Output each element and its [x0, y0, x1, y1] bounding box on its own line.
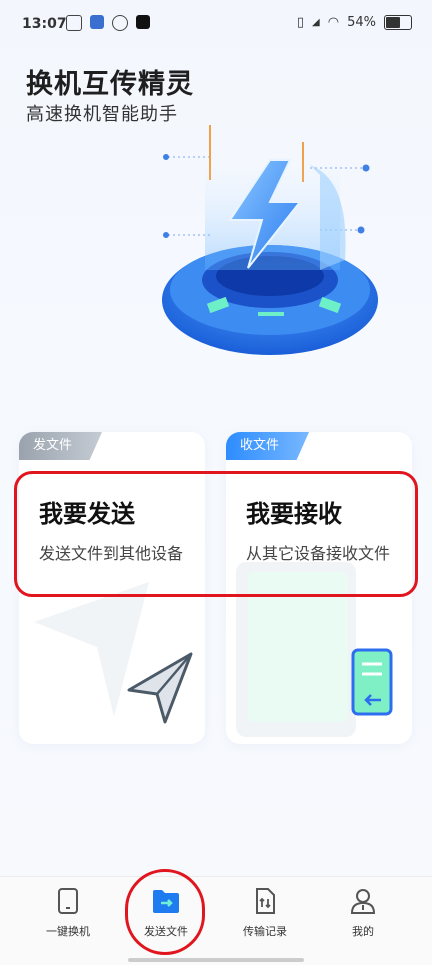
active-nav-highlight	[125, 869, 205, 955]
signal-icon: ◢	[312, 17, 320, 28]
status-bar: 13:07 ▯ ◢ ◠ 54%	[0, 0, 432, 48]
receive-card-tag: 收文件	[226, 432, 310, 460]
transfer-record-icon	[256, 888, 275, 914]
phone-icon	[58, 888, 78, 914]
wifi-icon: ◠	[327, 15, 340, 30]
app-notification-icon	[66, 15, 82, 31]
battery-percent: 54%	[347, 15, 376, 30]
user-icon	[350, 889, 376, 914]
status-time: 13:07	[22, 16, 67, 32]
tiktok-icon	[136, 15, 150, 29]
highlight-box	[14, 471, 418, 597]
vibrate-icon: ▯	[296, 15, 305, 30]
cloud-notification-icon	[112, 15, 128, 31]
shield-notification-icon	[90, 15, 104, 29]
nav-label: 我的	[352, 925, 374, 938]
nav-item-mine[interactable]: 我的	[313, 887, 413, 939]
nav-item-one-click-switch[interactable]: 一键换机	[18, 887, 118, 939]
nav-label: 一键换机	[46, 925, 90, 938]
status-right: ▯ ◢ ◠ 54%	[297, 15, 412, 30]
nav-item-transfer-records[interactable]: 传输记录	[215, 887, 315, 939]
home-indicator	[128, 958, 304, 962]
bottom-nav: 一键换机 发送文件 传输记录 我的	[0, 876, 432, 965]
notification-icons	[66, 15, 150, 31]
app-title: 换机互传精灵	[26, 69, 194, 100]
hero-illustration	[162, 125, 378, 355]
send-card-tag: 发文件	[19, 432, 103, 460]
nav-label: 传输记录	[243, 925, 287, 938]
battery-icon	[384, 15, 412, 30]
